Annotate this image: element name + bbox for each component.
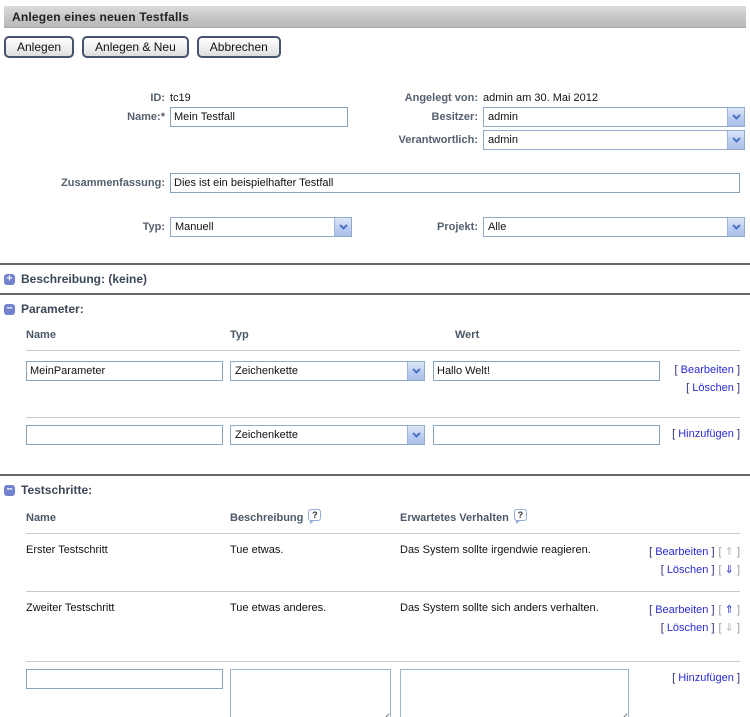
step-hinzufuegen-link[interactable]: Hinzufügen — [678, 672, 734, 684]
parameter-add-row: Zeichenkette [ Hinzufügen ] — [26, 418, 740, 445]
zusammenfassung-input[interactable] — [170, 173, 740, 193]
create-testcase-page: Anlegen eines neuen Testfalls Anlegen An… — [0, 0, 750, 717]
step-bearbeiten-link[interactable]: Bearbeiten — [655, 604, 708, 616]
section-parameter: − Parameter: — [0, 295, 750, 323]
step-verhalten: Das System sollte sich anders verhalten. — [400, 601, 638, 614]
move-up-link[interactable]: ⇑ — [725, 604, 734, 616]
help-icon[interactable]: ? — [514, 509, 527, 521]
anlegen-neu-button[interactable]: Anlegen & Neu — [82, 36, 189, 58]
new-parameter-name-input[interactable] — [26, 425, 223, 445]
step-beschreibung: Tue etwas. — [230, 543, 400, 556]
anlegen-button[interactable]: Anlegen — [4, 36, 74, 58]
typ-label: Typ: — [0, 221, 165, 233]
page-titlebar: Anlegen eines neuen Testfalls — [4, 6, 746, 28]
parameter-wert-input[interactable] — [433, 361, 660, 381]
new-parameter-typ-select[interactable]: Zeichenkette — [230, 425, 425, 445]
section-beschreibung: + Beschreibung: (keine) — [0, 265, 750, 293]
parameter-typ-select[interactable]: Zeichenkette — [230, 361, 425, 381]
testcase-form: ID: tc19 Angelegt von: admin am 30. Mai … — [0, 92, 750, 237]
projekt-select[interactable]: Alle — [483, 217, 745, 237]
testschritte-table: Name Beschreibung ? Erwartetes Verhalten… — [26, 504, 740, 717]
testschritt-row: Zweiter Testschritt Tue etwas anderes. D… — [26, 592, 740, 662]
testschritte-table-header: Name Beschreibung ? Erwartetes Verhalten… — [26, 504, 740, 534]
step-bearbeiten-link[interactable]: Bearbeiten — [655, 546, 708, 558]
name-label: Name:* — [0, 111, 165, 123]
projekt-select-value: Alle — [484, 221, 727, 233]
projekt-label: Projekt: — [370, 221, 478, 233]
chevron-down-icon — [407, 362, 424, 380]
expand-plus-icon[interactable]: + — [4, 274, 15, 285]
besitzer-select[interactable]: admin — [483, 107, 745, 127]
parameter-table: Name Typ Wert Zeichenkette — [26, 323, 740, 445]
parameter-row: Zeichenkette [ Bearbeiten ] [ Löschen — [26, 351, 740, 418]
new-parameter-wert-input[interactable] — [433, 425, 660, 445]
chevron-down-icon — [407, 426, 424, 444]
testschritt-add-row: [ Hinzufügen ] — [26, 662, 740, 717]
step-name: Erster Testschritt — [26, 543, 230, 556]
move-up-link: ⇑ — [725, 546, 734, 558]
col-header-name: Name — [26, 512, 230, 524]
parameter-name-input[interactable] — [26, 361, 223, 381]
new-step-beschreibung-textarea[interactable] — [230, 669, 391, 717]
abbrechen-button[interactable]: Abbrechen — [197, 36, 281, 58]
col-header-name: Name — [26, 329, 230, 341]
collapse-minus-icon[interactable]: − — [4, 485, 15, 496]
move-down-link: ⇓ — [725, 622, 734, 634]
col-header-typ: Typ — [230, 329, 433, 341]
typ-select-value: Manuell — [171, 221, 334, 233]
besitzer-label: Besitzer: — [370, 111, 478, 123]
col-header-wert: Wert — [433, 329, 660, 341]
toolbar: Anlegen Anlegen & Neu Abbrechen — [4, 36, 750, 58]
angelegt-von-label: Angelegt von: — [370, 92, 478, 104]
step-verhalten: Das System sollte irgendwie reagieren. — [400, 543, 638, 556]
section-testschritte: − Testschritte: — [0, 476, 750, 504]
id-value: tc19 — [165, 92, 370, 104]
name-input[interactable] — [170, 107, 348, 127]
page-title: Anlegen eines neuen Testfalls — [4, 10, 189, 24]
step-loeschen-link[interactable]: Löschen — [667, 564, 709, 576]
typ-select[interactable]: Manuell — [170, 217, 352, 237]
new-parameter-typ-select-value: Zeichenkette — [231, 429, 407, 441]
col-header-beschreibung: Beschreibung — [230, 512, 303, 524]
beschreibung-section-title: Beschreibung: (keine) — [21, 272, 147, 286]
parameter-hinzufuegen-link[interactable]: Hinzufügen — [678, 428, 734, 440]
verantwortlich-select-value: admin — [484, 134, 727, 146]
parameter-section-title: Parameter: — [21, 302, 84, 316]
angelegt-von-value: admin am 30. Mai 2012 — [478, 92, 745, 104]
parameter-loeschen-link[interactable]: Löschen — [692, 382, 734, 394]
verantwortlich-select[interactable]: admin — [483, 130, 745, 150]
col-header-erwartetes-verhalten: Erwartetes Verhalten — [400, 512, 509, 524]
chevron-down-icon — [334, 218, 351, 236]
parameter-table-header: Name Typ Wert — [26, 323, 740, 351]
verantwortlich-label: Verantwortlich: — [370, 134, 478, 146]
move-down-link[interactable]: ⇓ — [725, 564, 734, 576]
collapse-minus-icon[interactable]: − — [4, 304, 15, 315]
new-step-name-input[interactable] — [26, 669, 223, 689]
parameter-bearbeiten-link[interactable]: Bearbeiten — [681, 364, 734, 376]
step-loeschen-link[interactable]: Löschen — [667, 622, 709, 634]
new-step-verhalten-textarea[interactable] — [400, 669, 629, 717]
id-label: ID: — [0, 92, 165, 104]
chevron-down-icon — [727, 131, 744, 149]
zusammenfassung-label: Zusammenfassung: — [0, 177, 165, 189]
besitzer-select-value: admin — [484, 111, 727, 123]
chevron-down-icon — [727, 108, 744, 126]
testschritt-row: Erster Testschritt Tue etwas. Das System… — [26, 534, 740, 592]
testschritte-section-title: Testschritte: — [21, 483, 92, 497]
help-icon[interactable]: ? — [308, 509, 321, 521]
step-name: Zweiter Testschritt — [26, 601, 230, 614]
step-beschreibung: Tue etwas anderes. — [230, 601, 400, 614]
parameter-typ-select-value: Zeichenkette — [231, 365, 407, 377]
chevron-down-icon — [727, 218, 744, 236]
